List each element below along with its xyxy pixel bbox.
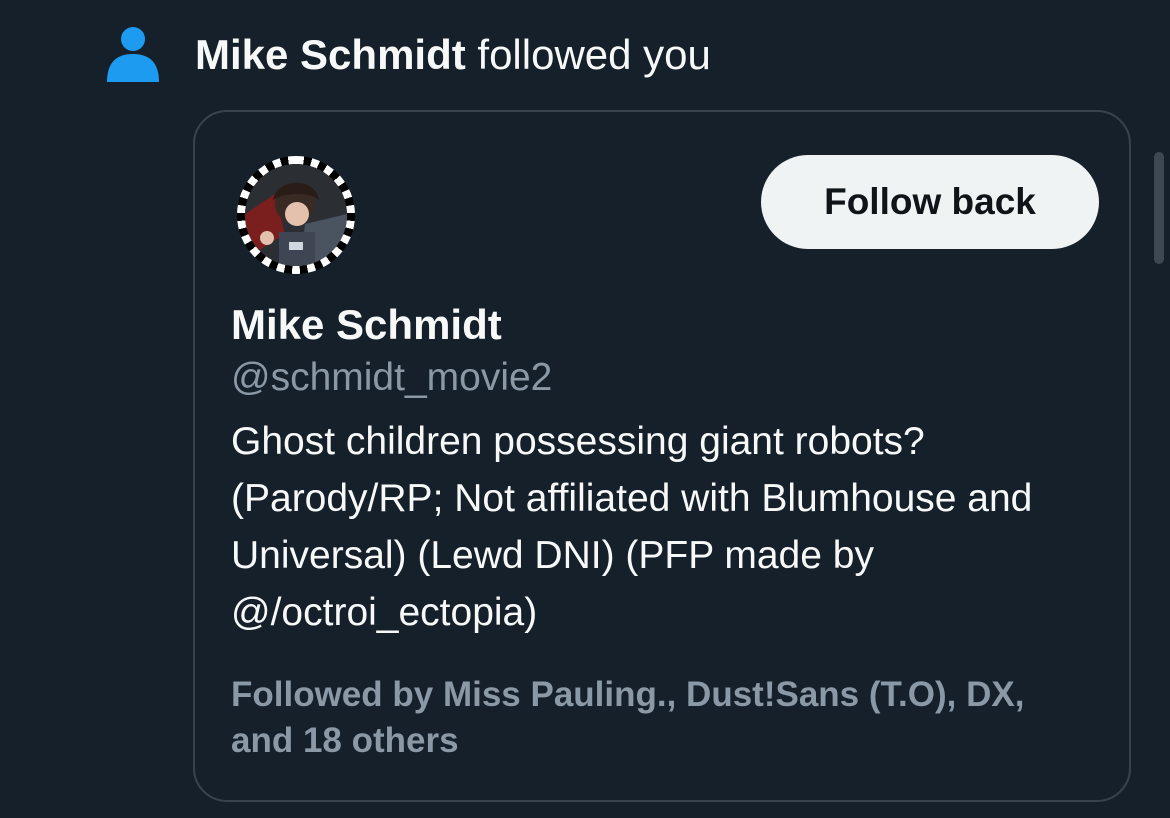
follow-notification[interactable]: Mike Schmidt followed you bbox=[105, 26, 711, 84]
person-icon bbox=[107, 27, 159, 82]
avatar-image bbox=[245, 164, 347, 266]
followed-by-text[interactable]: Followed by Miss Pauling., Dust!Sans (T.… bbox=[231, 672, 1091, 764]
notification-action: followed you bbox=[465, 31, 711, 78]
notification-user-name[interactable]: Mike Schmidt bbox=[195, 31, 466, 78]
display-name[interactable]: Mike Schmidt bbox=[231, 300, 502, 350]
notifications-page: Mike Schmidt followed you Follow back Mi… bbox=[0, 0, 1170, 818]
user-card[interactable]: Follow back Mike Schmidt @schmidt_movie2… bbox=[193, 110, 1131, 802]
user-bio: Ghost children possessing giant robots? … bbox=[231, 420, 1033, 634]
follow-back-button[interactable]: Follow back bbox=[761, 155, 1099, 249]
avatar[interactable] bbox=[237, 156, 355, 274]
scrollbar[interactable] bbox=[1154, 152, 1164, 264]
notification-text: Mike Schmidt followed you bbox=[195, 34, 711, 76]
user-handle[interactable]: @schmidt_movie2 bbox=[231, 355, 552, 402]
